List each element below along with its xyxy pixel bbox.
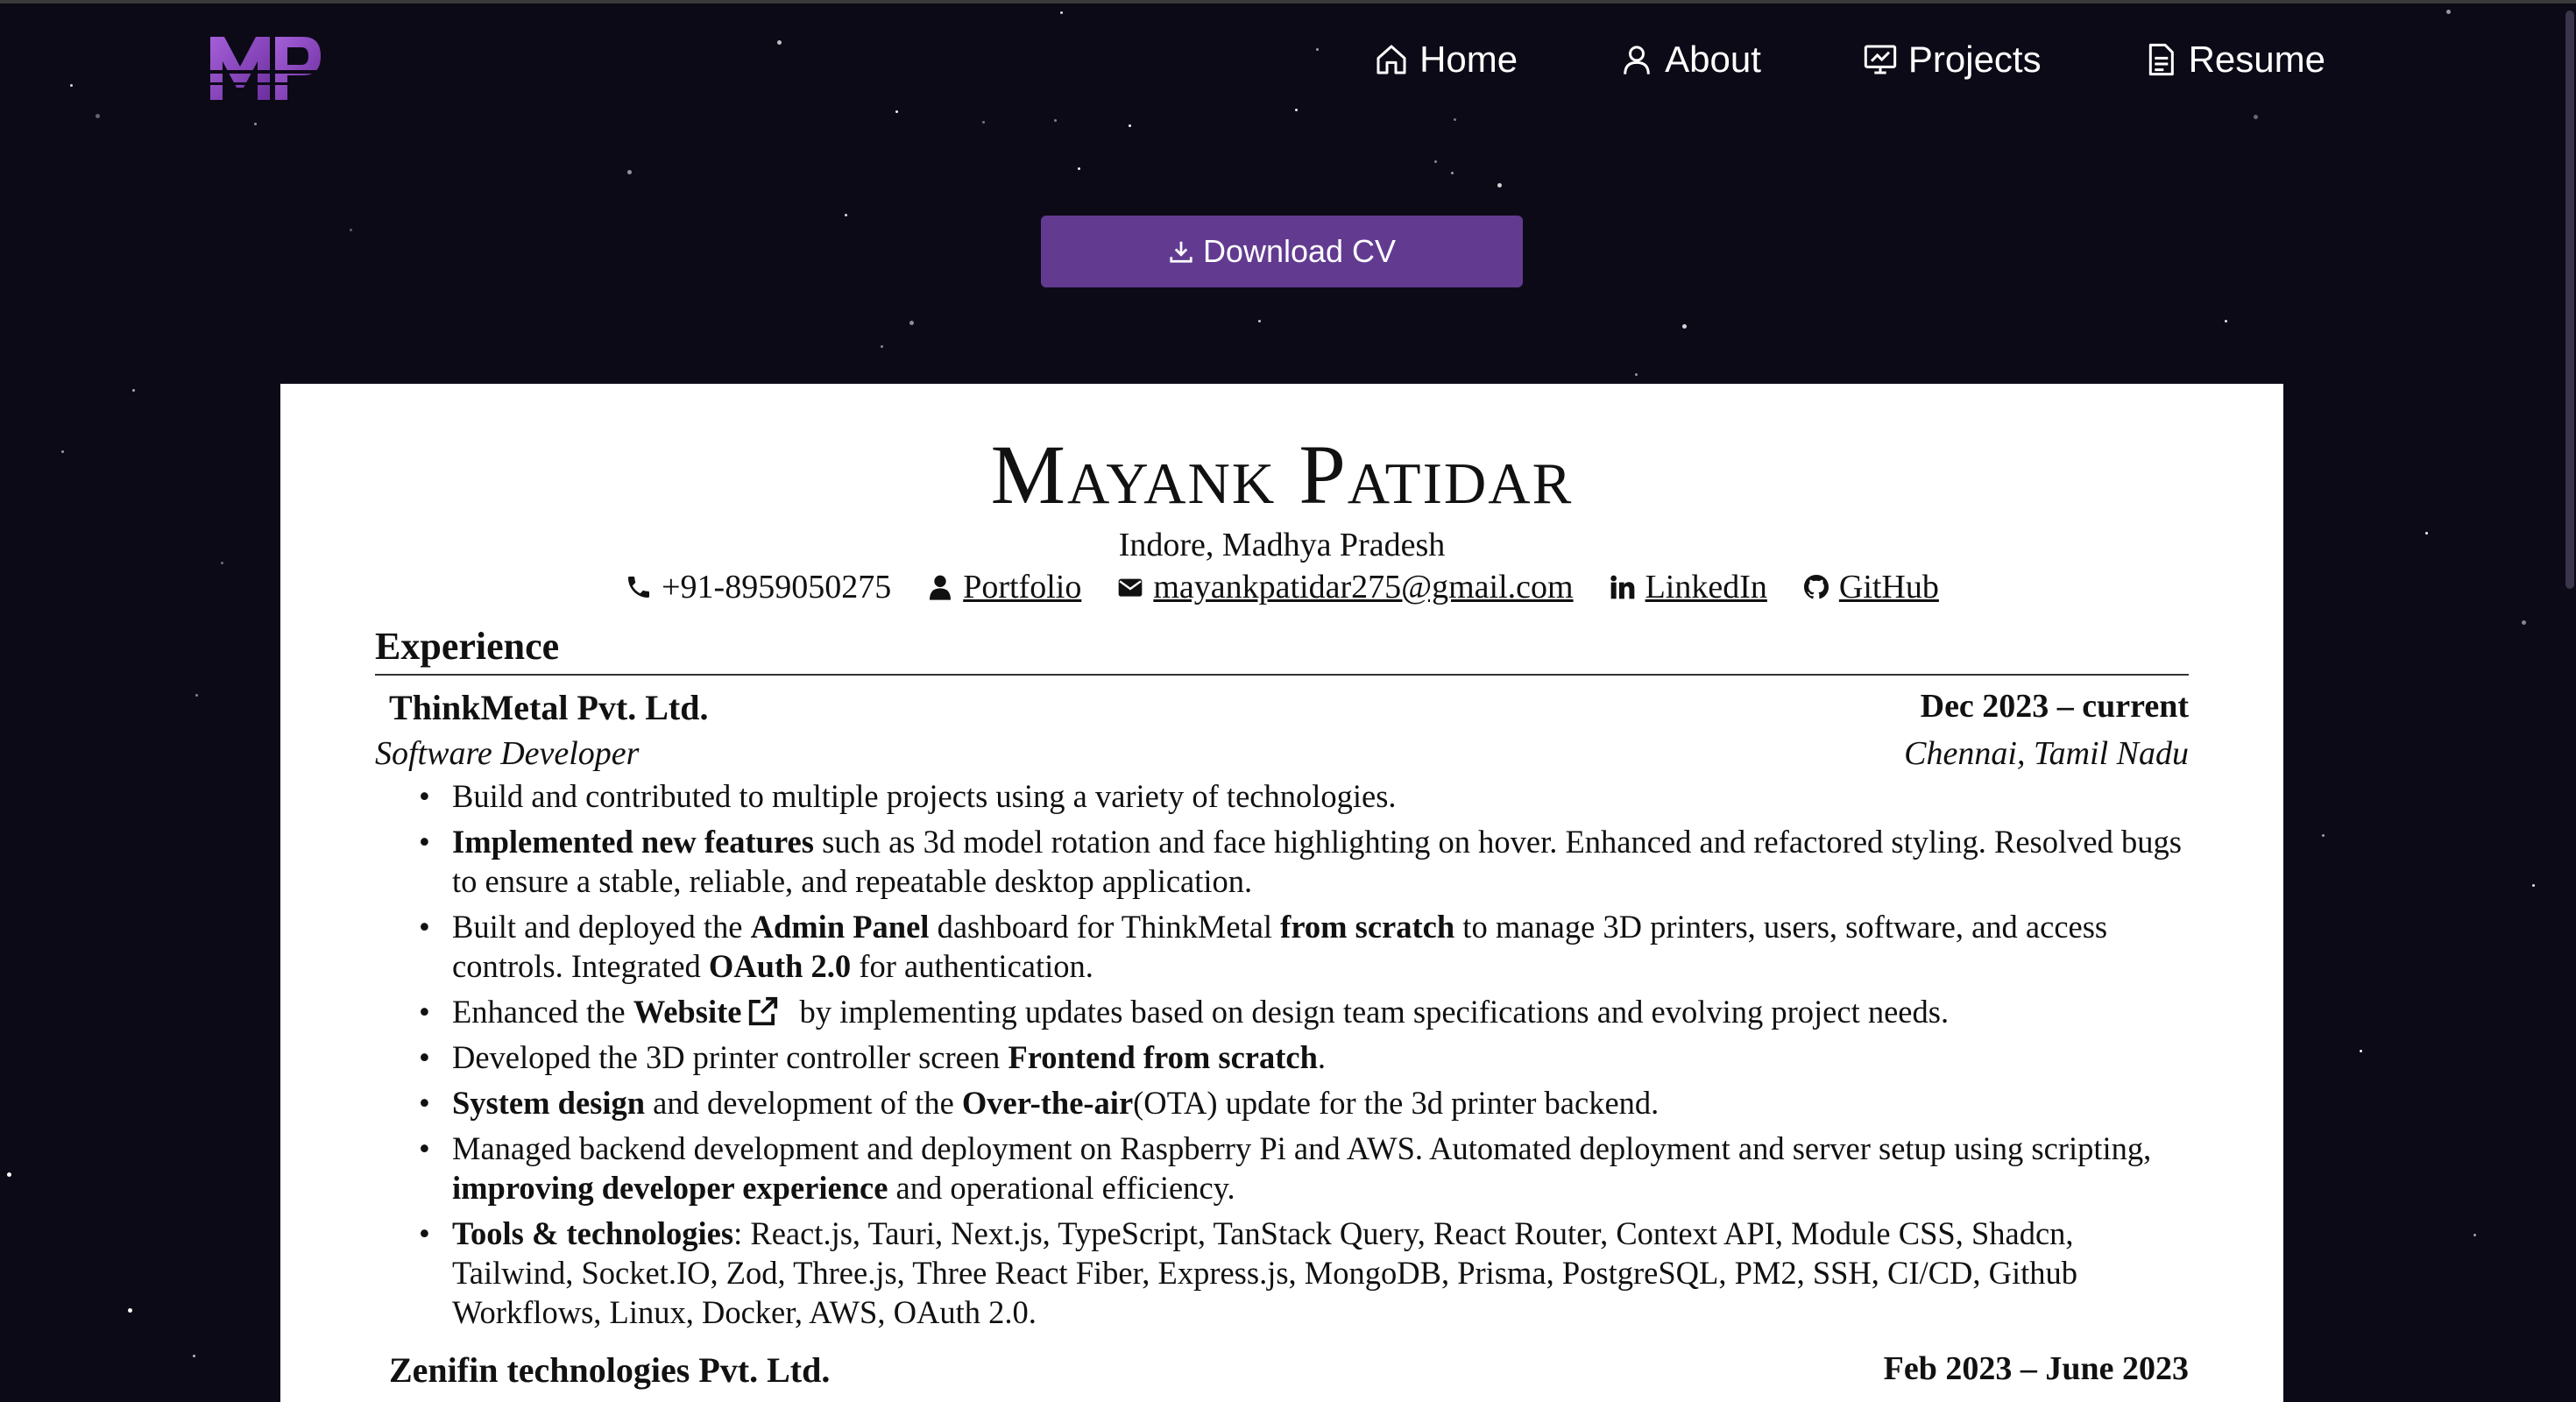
document-icon [2148, 43, 2174, 76]
job-dates: Feb 2023 – June 2023 [1883, 1350, 2189, 1387]
star [70, 84, 73, 87]
star [350, 229, 352, 231]
job-role: Software Developer [375, 735, 640, 772]
email-link[interactable]: mayankpatidar275@gmail.com [1153, 568, 1573, 606]
star [96, 114, 100, 118]
home-icon [1376, 45, 1406, 74]
star [1635, 373, 1638, 376]
github-icon [1803, 575, 1829, 599]
nav-about-label: About [1665, 39, 1761, 80]
github-link[interactable]: GitHub [1839, 568, 1939, 606]
nav-home[interactable]: Home [1374, 39, 1518, 81]
star [1451, 172, 1454, 174]
job-subheader: Software Developer Chennai, Tamil Nadu [375, 734, 2189, 773]
star [2473, 1234, 2476, 1236]
list-item: System design and development of the Ove… [419, 1083, 2187, 1122]
list-item: Built and deployed the Admin Panel dashb… [419, 907, 2187, 986]
list-item: Enhanced the Websiteby implementing upda… [419, 992, 2187, 1031]
linkedin-link[interactable]: LinkedIn [1645, 568, 1767, 606]
star [195, 694, 198, 697]
star [982, 121, 985, 124]
star [132, 389, 135, 392]
contact-row: +91-8959050275 Portfolio mayankpatidar27… [280, 568, 2283, 606]
star [2360, 1050, 2362, 1052]
star [2322, 834, 2325, 837]
envelope-icon [1118, 578, 1143, 597]
star [881, 345, 883, 348]
star [193, 1355, 195, 1357]
user-icon [1624, 46, 1650, 74]
star [2446, 10, 2451, 14]
linkedin-icon [1610, 575, 1634, 599]
star [221, 562, 223, 564]
nav-projects[interactable]: Projects [1863, 39, 2042, 81]
presentation-icon [1864, 45, 1897, 74]
star [1434, 160, 1437, 163]
star [2532, 884, 2535, 887]
list-item: Managed backend development and deployme… [419, 1129, 2187, 1207]
star [254, 123, 257, 125]
star [895, 110, 898, 113]
star [777, 40, 782, 45]
contact-phone: +91-8959050275 [625, 568, 891, 606]
list-item: Build and contributed to multiple projec… [419, 776, 2187, 816]
star [2225, 320, 2227, 322]
job-header: Zenifin technologies Pvt. Ltd. Feb 2023 … [375, 1349, 2189, 1391]
list-item: Implemented new features such as 3d mode… [419, 822, 2187, 901]
contact-portfolio[interactable]: Portfolio [926, 568, 1081, 606]
star [2425, 532, 2428, 535]
nav-resume-label: Resume [2188, 39, 2325, 80]
star [1054, 119, 1057, 122]
company-name: ThinkMetal Pvt. Ltd. [389, 688, 709, 727]
portfolio-link[interactable]: Portfolio [963, 568, 1081, 606]
star [1316, 48, 1319, 51]
nav-projects-label: Projects [1907, 39, 2042, 80]
star [909, 321, 914, 325]
resume-location: Indore, Madhya Pradesh [1118, 527, 1446, 563]
star [1497, 183, 1502, 188]
contact-github[interactable]: GitHub [1802, 568, 1939, 606]
download-icon [1170, 241, 1192, 263]
phone-number: +91-8959050275 [662, 569, 892, 605]
download-cv-label: Download CV [1202, 233, 1397, 269]
star [1078, 167, 1080, 170]
star [2522, 620, 2526, 625]
phone-icon [628, 577, 650, 598]
star [1258, 320, 1261, 322]
job-header: ThinkMetal Pvt. Ltd. Dec 2023 – current [375, 687, 2189, 728]
scrollbar-thumb[interactable] [2565, 11, 2574, 589]
company-name: Zenifin technologies Pvt. Ltd. [389, 1350, 831, 1390]
job-dates: Dec 2023 – current [1920, 688, 2189, 725]
job-bullets: Build and contributed to multiple projec… [419, 776, 2187, 1338]
download-cv-button[interactable]: Download CV [1041, 216, 1523, 287]
contact-email[interactable]: mayankpatidar275@gmail.com [1116, 568, 1574, 606]
website-link[interactable]: Website [633, 994, 742, 1030]
nav-home-label: Home [1419, 39, 1518, 80]
star [2254, 115, 2258, 119]
experience-heading: Experience [375, 624, 2189, 676]
nav-about[interactable]: About [1619, 39, 1761, 81]
nav-resume[interactable]: Resume [2143, 39, 2325, 81]
star [61, 450, 64, 453]
star [1060, 11, 1063, 14]
external-link-icon[interactable] [747, 995, 780, 1028]
job-location: Chennai, Tamil Nadu [1904, 735, 2189, 772]
star [627, 170, 632, 174]
star [845, 214, 847, 216]
list-item: Tools & technologies: React.js, Tauri, N… [419, 1214, 2187, 1332]
star [128, 1308, 132, 1313]
top-navigation: Home About Projects Resume [1374, 39, 2325, 81]
page-scrollbar[interactable] [2564, 0, 2576, 1402]
contact-linkedin[interactable]: LinkedIn [1609, 568, 1767, 606]
list-item: Developed the 3D printer controller scre… [419, 1037, 2187, 1077]
star [1682, 324, 1687, 329]
person-icon [930, 575, 952, 600]
star [1454, 118, 1456, 121]
star [7, 1172, 11, 1177]
star [1295, 109, 1298, 111]
resume-name: Mayank Patidar [990, 428, 1574, 521]
mp-logo[interactable] [209, 32, 322, 102]
star [1129, 124, 1131, 127]
resume-document: Mayank Patidar Indore, Madhya Pradesh +9… [280, 384, 2283, 1402]
